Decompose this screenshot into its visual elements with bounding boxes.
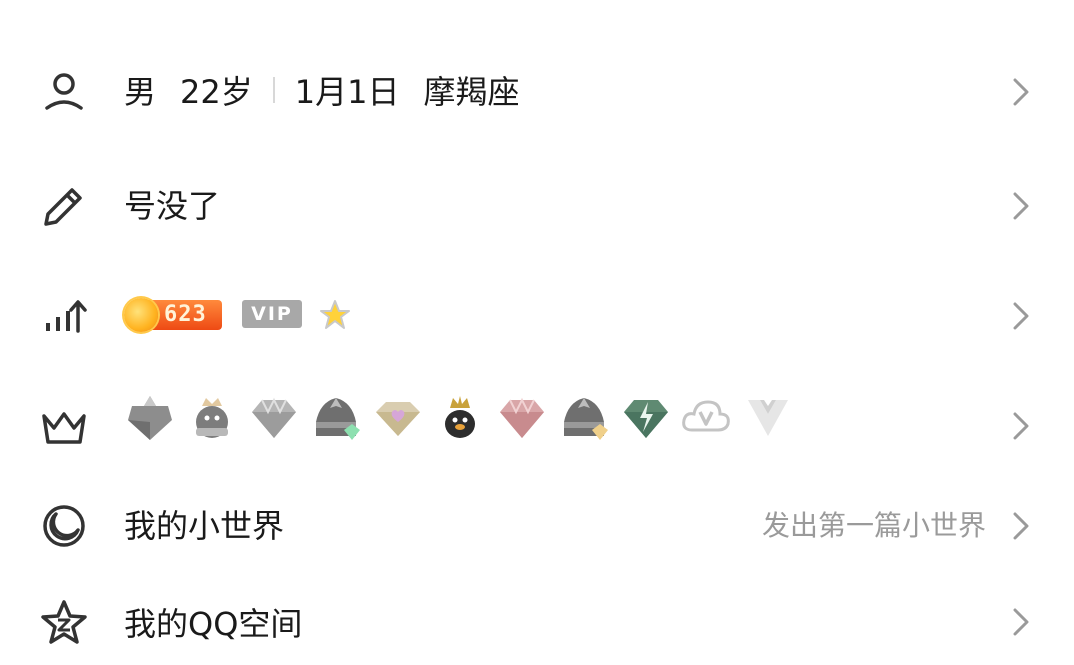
diamond-silver-icon <box>248 392 300 444</box>
zodiac-text: 摩羯座 <box>423 73 520 111</box>
qzone-label: 我的QQ空间 <box>124 605 303 643</box>
signature-text: 号没了 <box>124 187 221 225</box>
vip-badge: VIP <box>242 300 302 328</box>
level-badges: 623 VIP <box>124 288 384 340</box>
chevron-right-icon <box>1005 186 1035 226</box>
penguin-mountain-gold-icon <box>558 392 610 444</box>
small-world-label: 我的小世界 <box>124 507 285 545</box>
chevron-right-icon <box>1005 72 1035 112</box>
star-icon <box>318 298 352 332</box>
small-world-hint: 发出第一篇小世界 <box>761 509 986 542</box>
cloud-v-icon <box>680 392 732 444</box>
sun-icon <box>124 298 158 332</box>
chevron-right-icon <box>1005 602 1035 642</box>
pencil-icon <box>38 180 90 232</box>
penguin-crown-gray-icon <box>186 392 238 444</box>
penguin-mountain-green-icon <box>310 392 362 444</box>
profile-info-row[interactable]: 男 22岁 1月1日 摩羯座 <box>0 64 1074 120</box>
privilege-badges <box>124 392 804 452</box>
moon-circle-icon <box>38 500 90 552</box>
level-row[interactable]: 623 VIP <box>0 288 1074 344</box>
penguin-mountain-gem-icon <box>124 392 176 444</box>
lightning-gem-icon <box>620 392 672 444</box>
level-up-icon <box>38 290 90 342</box>
age-text: 22岁 <box>180 73 253 111</box>
crown-icon <box>38 400 90 452</box>
heart-gem-icon <box>372 392 424 444</box>
signature-row[interactable]: 号没了 <box>0 178 1074 234</box>
penguin-gold-crown-icon <box>434 392 486 444</box>
sun-level-badge: 623 <box>124 298 226 332</box>
chevron-right-icon <box>1005 296 1035 336</box>
profile-summary: 男 22岁 1月1日 摩羯座 <box>124 72 520 112</box>
qzone-row[interactable]: 我的QQ空间 <box>0 596 1074 652</box>
privileges-row[interactable] <box>0 392 1074 456</box>
chevron-right-icon <box>1005 406 1035 446</box>
level-value: 623 <box>164 302 207 327</box>
divider <box>272 77 275 103</box>
chevron-right-icon <box>1005 506 1035 546</box>
gender-text: 男 <box>124 73 157 111</box>
tuxedo-v-icon <box>742 392 794 444</box>
small-world-row[interactable]: 我的小世界 发出第一篇小世界 <box>0 498 1074 554</box>
birthday-text: 1月1日 <box>294 73 400 111</box>
person-icon <box>38 66 90 118</box>
star-z-icon <box>38 598 90 650</box>
diamond-pink-icon <box>496 392 548 444</box>
